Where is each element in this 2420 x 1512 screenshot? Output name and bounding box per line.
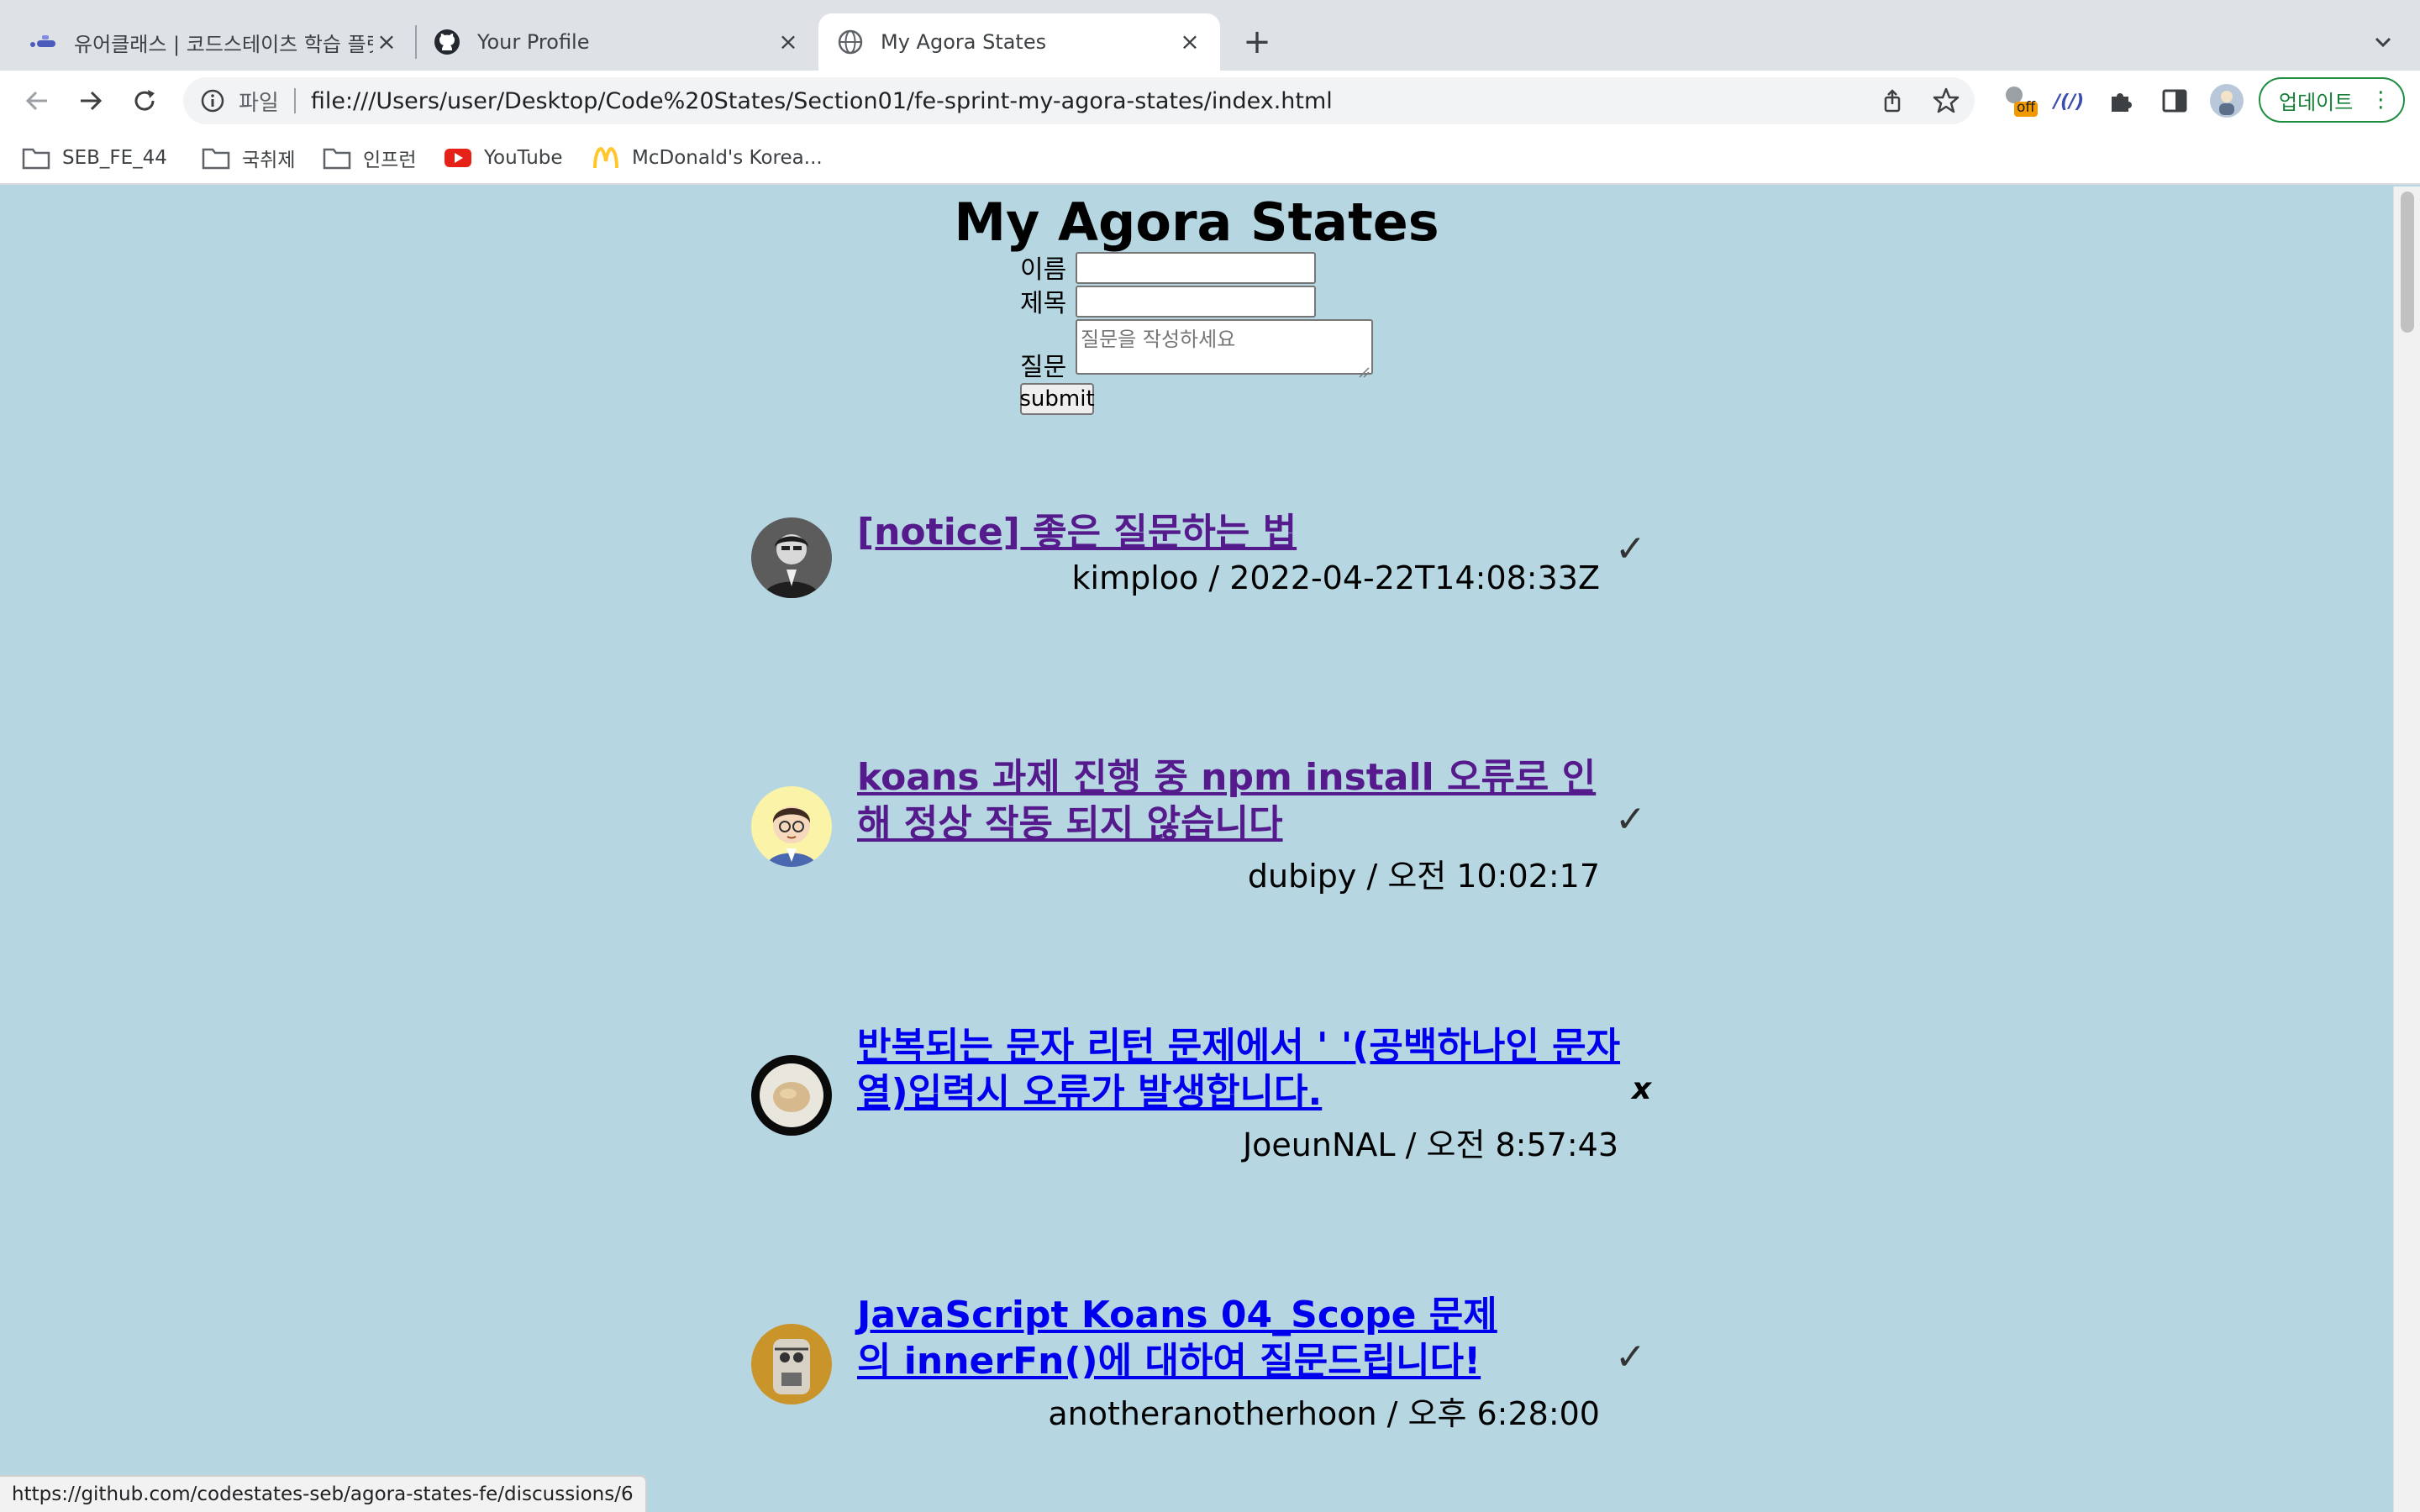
mcdonalds-icon	[592, 145, 620, 171]
tab-your-profile[interactable]: Your Profile ×	[418, 13, 818, 71]
bookmarks-bar: SEB_FE_44 국취제 인프런 YouTube McDonald's Kor…	[0, 131, 2420, 185]
scrollbar-thumb[interactable]	[2401, 192, 2414, 333]
resize-grip-icon[interactable]	[1358, 360, 1370, 378]
tab-separator	[415, 25, 417, 59]
info-icon[interactable]	[198, 87, 227, 115]
svg-text:/(/): /(/)	[2052, 92, 2084, 113]
bookmark-star-icon[interactable]	[1926, 81, 1966, 121]
tab-close-icon[interactable]: ×	[373, 29, 400, 55]
bookmark-label: SEB_FE_44	[62, 147, 167, 169]
avatar	[751, 517, 832, 598]
extension-badge-label: off	[2017, 99, 2036, 116]
page-content: My Agora States 이름 제목 질문 질문을 작성하세요 submi…	[0, 186, 2393, 1512]
update-label: 업데이트	[2279, 90, 2354, 114]
bookmark-inflearn[interactable]: 인프런	[323, 143, 416, 173]
name-label: 이름	[1020, 255, 1067, 285]
avatar	[751, 1055, 832, 1136]
title-input[interactable]	[1076, 286, 1316, 318]
folder-icon	[22, 145, 50, 171]
name-input[interactable]	[1076, 252, 1316, 284]
update-button[interactable]: 업데이트 ⋮	[2259, 77, 2405, 123]
title-label: 제목	[1020, 289, 1067, 318]
reload-button[interactable]	[124, 81, 165, 121]
answered-check-icon: ✓	[1615, 798, 1646, 841]
tab-search-chevron-icon[interactable]	[2366, 25, 2400, 59]
forward-button[interactable]	[71, 81, 111, 121]
bookmark-label: 국취제	[242, 150, 296, 171]
discussion-title-link[interactable]: JavaScript Koans 04_Scope 문제의 innerFn()에…	[857, 1292, 1529, 1384]
address-scheme-label: 파일	[239, 90, 279, 116]
discussion-title-link[interactable]: [notice] 좋은 질문하는 법	[857, 509, 1311, 555]
bookmark-seb-fe-44[interactable]: SEB_FE_44	[22, 143, 167, 173]
submit-button[interactable]: submit	[1019, 383, 1095, 415]
page-title: My Agora States	[954, 192, 1439, 253]
discussion-title-link[interactable]: 반복되는 문자 리턴 문제에서 ' '(공백하나인 문자열)입력시 오류가 발생…	[857, 1023, 1622, 1116]
discussion-meta: anotheranotherhoon / 오후 6:28:00	[1048, 1395, 1600, 1432]
tab-title: 유어클래스 | 코드스테이츠 학습 플랫폼	[74, 32, 373, 56]
address-divider	[293, 88, 296, 113]
question-placeholder: 질문을 작성하세요	[1081, 328, 1236, 351]
discussion-meta: dubipy / 오전 10:02:17	[1247, 858, 1600, 895]
folder-icon	[323, 145, 351, 171]
answered-check-icon: ✓	[1615, 528, 1646, 570]
github-icon	[434, 29, 460, 55]
extensions-puzzle-icon[interactable]	[2101, 81, 2141, 121]
tab-yourclass[interactable]: 유어클래스 | 코드스테이츠 학습 플랫폼 ×	[0, 13, 417, 71]
side-panel-icon[interactable]	[2154, 81, 2195, 121]
new-tab-button[interactable]: +	[1237, 24, 1277, 64]
tab-strip: 유어클래스 | 코드스테이츠 학습 플랫폼 × Your Profile × M…	[0, 0, 2420, 71]
avatar	[751, 704, 832, 785]
url-text[interactable]: file:///Users/user/Desktop/Code%20States…	[311, 88, 1333, 114]
extension-react-icon[interactable]: /(/)	[2049, 81, 2089, 121]
discussion-meta: JoeunNAL / 오전 8:57:43	[1242, 1126, 1618, 1163]
tab-title: My Agora States	[881, 30, 1047, 54]
bookmark-label: 인프런	[363, 150, 417, 171]
bookmark-gukchwije[interactable]: 국취제	[202, 143, 295, 173]
bookmark-mcdonalds[interactable]: McDonald's Korea...	[592, 143, 823, 173]
bookmark-youtube[interactable]: YouTube	[444, 143, 563, 173]
back-button[interactable]	[17, 81, 57, 121]
discussion-meta: kimploo / 2022-04-22T14:08:33Z	[1071, 559, 1600, 596]
bookmark-label: McDonald's Korea...	[632, 147, 823, 169]
question-label: 질문	[1020, 353, 1067, 382]
unanswered-x-icon: x	[1632, 1072, 1652, 1106]
codestates-icon	[30, 29, 57, 55]
tab-close-icon[interactable]: ×	[775, 29, 802, 55]
avatar	[751, 786, 832, 867]
profile-avatar[interactable]	[2207, 81, 2247, 121]
tab-close-icon[interactable]: ×	[1176, 29, 1203, 55]
more-menu-icon[interactable]: ⋮	[2370, 87, 2391, 113]
tab-title: Your Profile	[477, 30, 590, 54]
bookmark-label: YouTube	[484, 147, 563, 169]
extension-off-icon[interactable]: off	[1998, 81, 2039, 121]
page-scrollbar[interactable]	[2393, 186, 2420, 1512]
tab-my-agora-states[interactable]: My Agora States ×	[818, 13, 1220, 71]
address-bar[interactable]: 파일 file:///Users/user/Desktop/Code%20Sta…	[183, 77, 1975, 124]
status-bar-url: https://github.com/codestates-seb/agora-…	[0, 1475, 647, 1512]
discussion-title-link[interactable]: koans 과제 진행 중 npm install 오류로 인해 정상 작동 되…	[857, 754, 1613, 847]
globe-icon	[837, 29, 864, 55]
share-icon[interactable]	[1872, 81, 1912, 121]
folder-icon	[202, 145, 230, 171]
avatar	[751, 1324, 832, 1404]
answered-check-icon: ✓	[1615, 1336, 1646, 1378]
youtube-icon	[444, 145, 472, 171]
question-textarea[interactable]: 질문을 작성하세요	[1076, 319, 1373, 378]
